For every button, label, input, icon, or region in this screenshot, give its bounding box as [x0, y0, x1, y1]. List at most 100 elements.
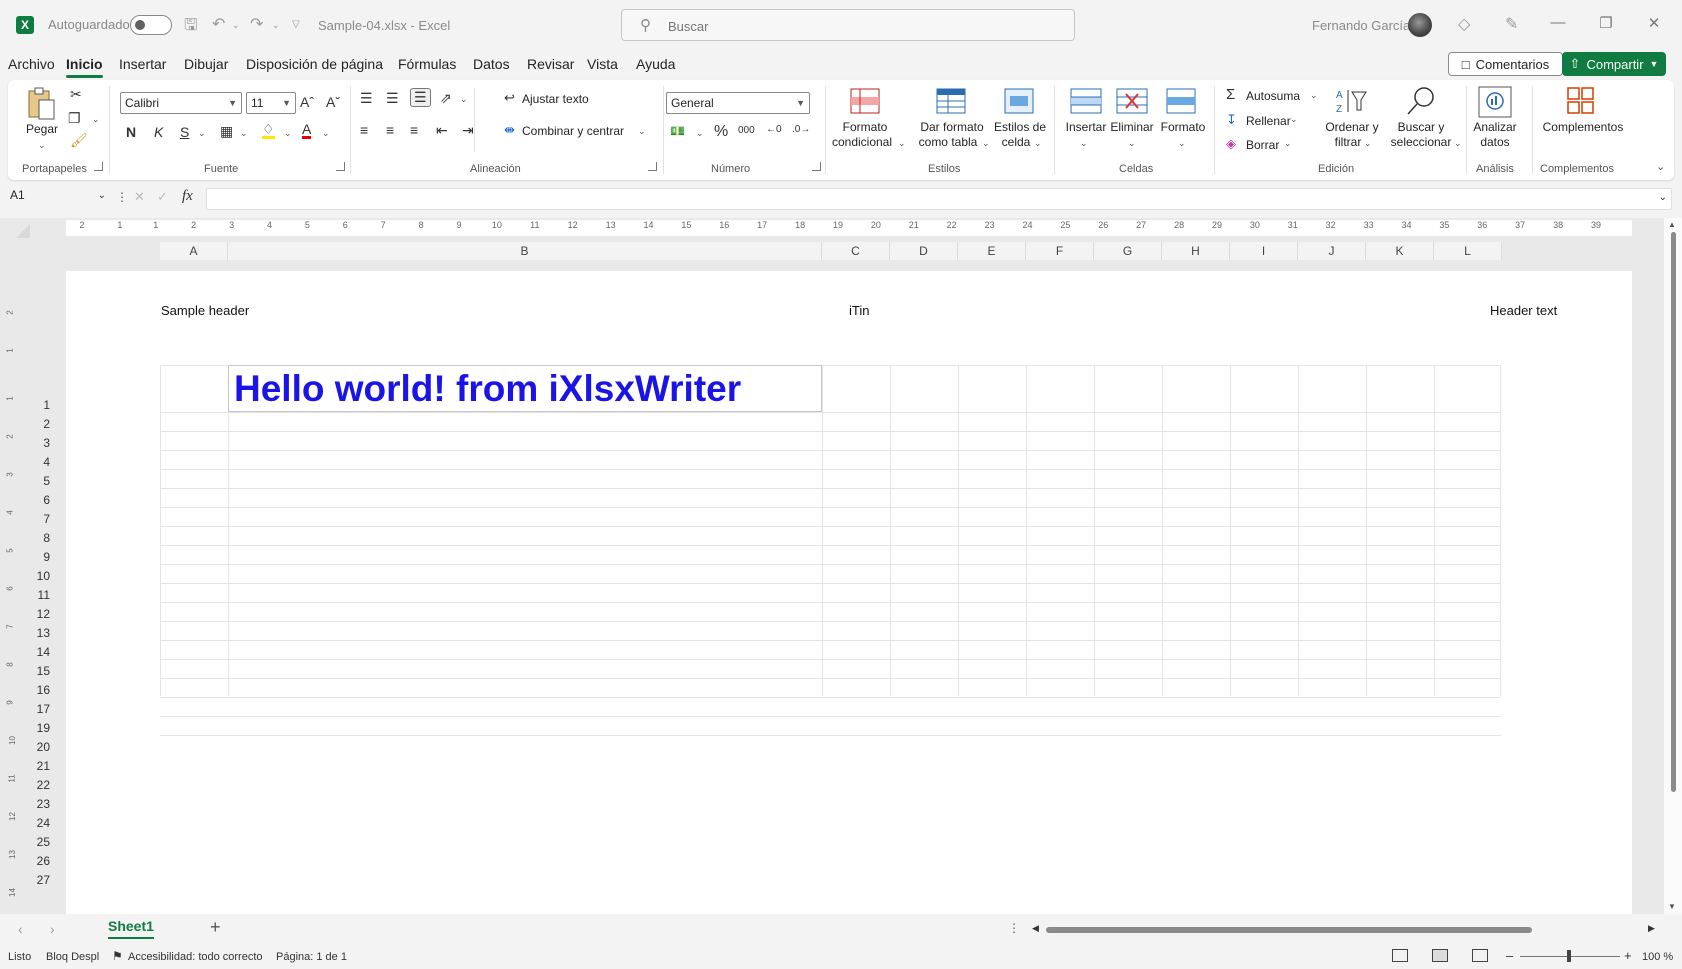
column-header-d[interactable]: D	[890, 242, 958, 260]
next-sheet-icon[interactable]: ›	[50, 921, 55, 937]
delete-cells-label[interactable]: Eliminar	[1104, 120, 1160, 135]
collapse-ribbon-icon[interactable]: ⌄	[1656, 160, 1665, 173]
column-header-a[interactable]: A	[160, 242, 228, 260]
underline-button[interactable]: S	[180, 124, 189, 140]
row-header[interactable]: 26	[24, 854, 50, 868]
paste-dropdown-icon[interactable]: ⌄	[38, 140, 46, 151]
currency-dropdown-icon[interactable]: ⌄	[696, 128, 704, 139]
increase-font-icon[interactable]: Aˆ	[300, 94, 314, 110]
page-break-view-icon[interactable]	[1472, 949, 1488, 962]
row-header[interactable]: 10	[24, 569, 50, 583]
row-header[interactable]: 24	[24, 816, 50, 830]
row-header[interactable]: 7	[24, 512, 50, 526]
row-header[interactable]: 14	[24, 645, 50, 659]
autosum-icon[interactable]: Σ	[1226, 86, 1235, 103]
format-as-table-label-1[interactable]: Dar formato	[913, 120, 991, 135]
undo-dropdown-icon[interactable]: ⌄	[232, 20, 240, 31]
row-header[interactable]: 25	[24, 835, 50, 849]
tab-revisar[interactable]: Revisar	[527, 56, 574, 72]
decrease-decimal-icon[interactable]: .0→	[792, 124, 810, 135]
increase-decimal-icon[interactable]: ←0	[766, 124, 782, 135]
share-dropdown-icon[interactable]: ▼	[1650, 59, 1659, 69]
row-header[interactable]: 15	[24, 664, 50, 678]
tab-dibujar[interactable]: Dibujar	[184, 56, 228, 72]
format-painter-icon[interactable]: 🖌	[70, 132, 88, 149]
merge-center-button[interactable]: Combinar y centrar	[522, 124, 624, 139]
minimize-icon[interactable]: —	[1548, 14, 1568, 31]
merge-center-icon[interactable]: ⇼	[504, 122, 515, 138]
horizontal-scrollbar[interactable]: ◀ ▶	[1030, 922, 1660, 936]
fill-color-dropdown-icon[interactable]: ⌄	[284, 128, 292, 139]
cell-grid[interactable]	[160, 365, 1501, 736]
tab-datos[interactable]: Datos	[473, 56, 510, 72]
column-header-f[interactable]: F	[1026, 242, 1094, 260]
format-cells-label[interactable]: Formato	[1158, 120, 1208, 135]
prev-sheet-icon[interactable]: ‹	[18, 921, 23, 937]
align-left-icon[interactable]: ≡	[360, 122, 368, 138]
conditional-format-dropdown-icon[interactable]: ⌄	[898, 138, 906, 149]
expand-formula-icon[interactable]: ⌄	[1659, 192, 1667, 203]
align-right-icon[interactable]: ≡	[410, 122, 418, 138]
paste-label[interactable]: Pegar	[24, 122, 60, 137]
cell-styles-label-1[interactable]: Estilos de	[990, 120, 1050, 135]
column-header-l[interactable]: L	[1434, 242, 1502, 260]
vertical-scroll-thumb[interactable]	[1671, 232, 1676, 792]
align-bottom-icon[interactable]: ☰	[410, 88, 431, 107]
clear-button[interactable]: Borrar	[1246, 138, 1279, 153]
scroll-down-icon[interactable]: ▼	[1668, 902, 1676, 911]
zoom-out-icon[interactable]: –	[1506, 948, 1513, 963]
row-header[interactable]: 22	[24, 778, 50, 792]
row-header[interactable]: 19	[24, 721, 50, 735]
font-launcher-icon[interactable]	[336, 162, 345, 171]
cut-icon[interactable]: ✂	[70, 86, 82, 103]
fill-color-icon[interactable]: ♢	[262, 122, 275, 139]
conditional-format-label-1[interactable]: Formato	[826, 120, 904, 135]
number-launcher-icon[interactable]	[812, 162, 821, 171]
insert-function-icon[interactable]: fx	[182, 188, 193, 205]
more-options-icon[interactable]: ⋮	[1008, 921, 1020, 935]
increase-indent-icon[interactable]: ⇥	[462, 122, 474, 139]
currency-format-icon[interactable]: 💵	[670, 124, 685, 138]
format-as-table-label-2[interactable]: como tabla	[913, 135, 983, 150]
premium-diamond-icon[interactable]: ◇	[1458, 14, 1470, 34]
tab-archivo[interactable]: Archivo	[8, 56, 55, 72]
tab-formulas[interactable]: Fórmulas	[398, 56, 456, 72]
accessibility-icon[interactable]: ⚑	[112, 949, 123, 963]
avatar[interactable]	[1408, 13, 1432, 37]
autosum-dropdown-icon[interactable]: ⌄	[1310, 90, 1318, 101]
page-header-left[interactable]: Sample header	[161, 303, 249, 318]
addins-icon[interactable]	[1566, 86, 1596, 119]
column-header-g[interactable]: G	[1094, 242, 1162, 260]
page-layout-view-icon[interactable]	[1432, 949, 1448, 962]
name-box[interactable]: A1 ⌄	[8, 188, 108, 208]
delete-cells-dropdown-icon[interactable]: ⌄	[1128, 138, 1136, 149]
row-header[interactable]: 11	[24, 588, 50, 602]
eraser-icon[interactable]: ◈	[1226, 136, 1236, 152]
conditional-format-icon[interactable]	[850, 88, 880, 117]
row-header[interactable]: 5	[24, 474, 50, 488]
analyze-data-label-2[interactable]: datos	[1468, 135, 1522, 150]
formula-input[interactable]: ⌄	[206, 188, 1672, 210]
fill-button[interactable]: Rellenar	[1246, 114, 1291, 129]
share-button[interactable]: ⇧ Compartir ▼	[1562, 52, 1666, 76]
analyze-data-label-1[interactable]: Analizar	[1468, 120, 1522, 135]
row-header[interactable]: 13	[24, 626, 50, 640]
row-header[interactable]: 4	[24, 455, 50, 469]
cancel-icon[interactable]: ✕	[134, 189, 145, 205]
row-header[interactable]: 21	[24, 759, 50, 773]
clipboard-launcher-icon[interactable]	[94, 162, 103, 171]
addins-label[interactable]: Complementos	[1534, 120, 1632, 135]
font-color-dropdown-icon[interactable]: ⌄	[322, 128, 330, 139]
thousands-separator-icon[interactable]: 000	[738, 125, 755, 136]
zoom-in-icon[interactable]: +	[1624, 948, 1632, 963]
decrease-indent-icon[interactable]: ⇤	[436, 122, 448, 139]
borders-icon[interactable]: ▦	[220, 123, 233, 140]
cell-styles-icon[interactable]	[1004, 88, 1034, 117]
select-all-corner[interactable]	[16, 224, 30, 238]
italic-button[interactable]: K	[154, 124, 163, 140]
column-header-h[interactable]: H	[1162, 242, 1230, 260]
normal-view-icon[interactable]	[1392, 949, 1408, 962]
align-middle-icon[interactable]: ☰	[386, 90, 399, 107]
merge-dropdown-icon[interactable]: ⌄	[638, 126, 646, 137]
column-header-b[interactable]: B	[228, 242, 822, 260]
